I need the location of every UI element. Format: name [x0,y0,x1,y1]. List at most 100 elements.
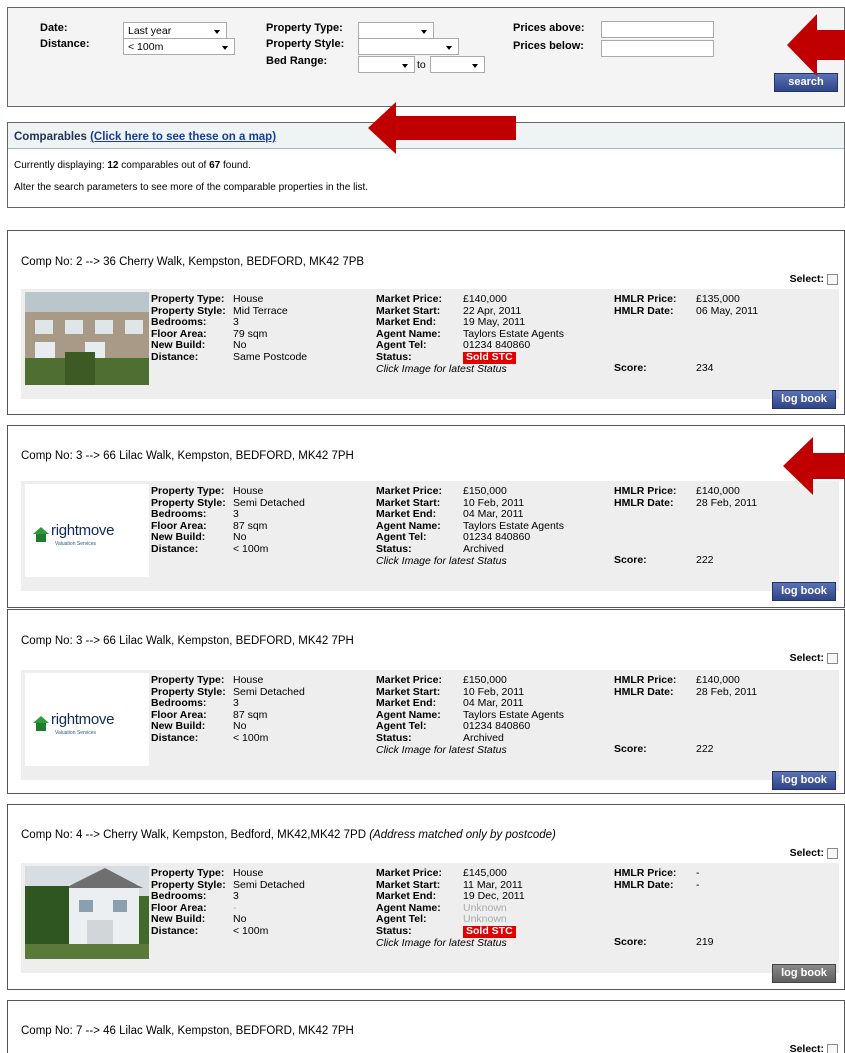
market-price-label: Market Price: [376,485,442,497]
property-column: Property Type: House Property Style: Mid Te… [151,293,308,364]
score-value: 234 [696,362,714,374]
property-type-value: House [233,674,264,686]
select-label: Select: [789,273,824,285]
comp-title-note: (Address matched only by postcode) [369,829,556,841]
prices-below-label: Prices below: [513,40,584,52]
hmlr-date-label: HMLR Date: [614,878,674,891]
hmlr-column: HMLR Price: £140,000 HMLR Date: 28 Feb, 201… [614,485,758,509]
map-link[interactable]: (Click here to see these on a map) [90,131,276,143]
log-book-button[interactable]: log book [772,964,836,983]
comp-card: Comp No: 3 --> 66 Lilac Walk, Kempston, … [7,609,845,794]
rightmove-logo[interactable]: rightmove Valuation Services [25,673,149,766]
chevron-down-icon [222,46,228,50]
bed-min-select[interactable] [358,56,415,73]
hmlr-price-value: £135,000 [696,293,740,305]
property-type-label: Property Type: [151,674,225,686]
red-arrow-icon [368,102,516,154]
total-count: 67 [209,160,221,171]
chevron-down-icon [421,30,427,34]
property-type-label: Property Type: [151,867,225,879]
date-select[interactable]: Last year [123,22,227,39]
property-column: Property Type: House Property Style: Semi D… [151,867,305,938]
property-column: Property Type: House Property Style: Semi D… [151,485,305,556]
score-label: Score: [614,743,647,755]
hmlr-date-value: 28 Feb, 2011 [696,685,758,698]
hmlr-price-label: HMLR Price: [614,867,677,879]
select-checkbox[interactable] [827,273,838,285]
rightmove-logo[interactable]: rightmove Valuation Services [25,484,149,577]
distance-value: < 100m [233,924,269,937]
comp-thumbnail[interactable] [25,866,149,959]
property-type-select[interactable] [358,22,434,39]
status-label: Status: [376,542,412,555]
comp-thumbnail[interactable]: rightmove Valuation Services [25,673,149,766]
comp-thumbnail[interactable]: rightmove Valuation Services [25,484,149,577]
hmlr-column: HMLR Price: £140,000 HMLR Date: 28 Feb, 201… [614,674,758,698]
currently-suffix: found. [220,160,251,171]
distance-label: Distance: [151,542,199,555]
hmlr-price-value: - [696,867,700,879]
prices-above-input[interactable] [601,21,714,38]
market-column: Market Price: £140,000 Market Start: 22 Apr… [376,293,564,375]
distance-label: Distance: [151,731,199,744]
rightmove-sub: Valuation Services [55,730,97,736]
hmlr-price-label: HMLR Price: [614,293,677,305]
property-column: Property Type: House Property Style: Semi D… [151,674,305,745]
comp-title-text: Comp No: 3 --> 66 Lilac Walk, Kempston, … [21,450,354,462]
distance-select[interactable]: < 100m [123,38,235,55]
comp-details: Property Type: House Property Style: Mid Te… [21,289,839,399]
score-value: 222 [696,743,714,755]
property-style-select[interactable] [358,38,459,55]
select-checkbox[interactable] [827,1043,838,1053]
market-price-value: £140,000 [463,293,507,305]
bed-max-select[interactable] [430,56,485,73]
score-label: Score: [614,362,647,374]
comp-card: Comp No: 7 --> 46 Lilac Walk, Kempston, … [7,1000,845,1053]
distance-select-value: < 100m [128,41,164,53]
market-column: Market Price: £150,000 Market Start: 10 Feb… [376,485,564,567]
log-book-button[interactable]: log book [772,390,836,409]
hmlr-price-value: £140,000 [696,674,740,686]
house-icon [33,527,49,542]
hmlr-date-value: 28 Feb, 2011 [696,496,758,509]
score-column: Score: 222 [614,743,714,756]
comparables-heading: Comparables [14,131,87,143]
distance-value: Same Postcode [233,350,308,363]
market-column: Market Price: £150,000 Market Start: 10 Feb… [376,674,564,756]
click-image-hint: Click Image for latest Status [376,743,507,756]
rightmove-sub: Valuation Services [55,541,97,547]
property-photo[interactable] [25,292,149,385]
rightmove-text: rightmove [51,522,115,539]
hmlr-price-label: HMLR Price: [614,485,677,497]
status-badge: Sold STC [463,351,516,364]
chevron-down-icon [472,64,478,68]
market-price-label: Market Price: [376,674,442,686]
prices-below-input[interactable] [601,40,714,57]
market-price-label: Market Price: [376,867,442,879]
select-checkbox[interactable] [827,652,838,664]
alter-params-text: Alter the search parameters to see more … [14,182,369,193]
log-book-button[interactable]: log book [772,771,836,790]
comp-title-text: Comp No: 3 --> 66 Lilac Walk, Kempston, … [21,635,354,647]
log-book-button[interactable]: log book [772,582,836,601]
comp-details: rightmove Valuation Services Property Ty… [21,670,839,780]
property-type-value: House [233,485,264,497]
property-photo[interactable] [25,866,149,959]
score-label: Score: [614,936,647,948]
search-panel: Date: Last year Distance: < 100m Propert… [7,7,845,107]
property-type-value: House [233,293,264,305]
click-image-hint: Click Image for latest Status [376,936,507,949]
comp-title: Comp No: 3 --> 66 Lilac Walk, Kempston, … [21,450,354,462]
property-style-value: Semi Detached [233,496,305,509]
select-control: Select: [790,652,838,664]
hmlr-date-value: 06 May, 2011 [696,304,759,317]
score-value: 222 [696,554,714,566]
comp-thumbnail[interactable] [25,292,149,385]
score-column: Score: 222 [614,554,714,567]
house-icon [33,716,49,731]
market-price-value: £150,000 [463,674,507,686]
comp-title: Comp No: 7 --> 46 Lilac Walk, Kempston, … [21,1025,354,1037]
select-checkbox[interactable] [827,847,838,859]
property-style-value: Semi Detached [233,685,305,698]
comp-details: rightmove Valuation Services Property Ty… [21,481,839,591]
